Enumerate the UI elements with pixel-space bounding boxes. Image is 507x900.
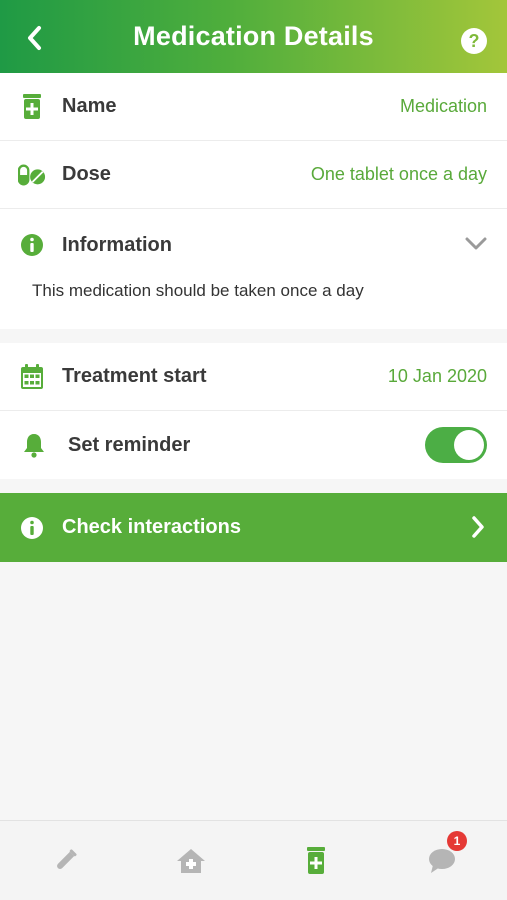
name-label: Name	[62, 95, 117, 117]
help-circle-icon: ?	[468, 30, 480, 51]
schedule-card: Treatment start 10 Jan 2020 Set reminder	[0, 343, 507, 479]
app-header: Medication Details ?	[0, 0, 507, 73]
info-icon	[18, 231, 46, 259]
chevron-down-icon[interactable]	[465, 237, 487, 251]
reminder-toggle[interactable]	[425, 427, 487, 463]
toggle-knob	[454, 430, 484, 460]
reminder-label: Set reminder	[68, 433, 191, 456]
medication-details-card: Name Medication Dose One tablet once a d…	[0, 73, 507, 329]
dose-row: Dose One tablet once a day	[0, 141, 507, 209]
medication-icon	[307, 847, 325, 874]
name-row: Name Medication	[0, 73, 507, 141]
chat-bubble-icon	[429, 849, 455, 873]
calendar-icon	[18, 363, 46, 391]
reminder-row: Set reminder	[0, 411, 507, 479]
treatment-start-row[interactable]: Treatment start 10 Jan 2020	[0, 343, 507, 411]
check-interactions-button[interactable]: Check interactions	[0, 493, 507, 562]
treatment-start-value[interactable]: 10 Jan 2020	[388, 366, 487, 387]
back-button[interactable]	[18, 22, 50, 54]
name-value[interactable]: Medication	[400, 96, 487, 117]
tab-tests[interactable]	[45, 841, 85, 881]
information-text: This medication should be taken once a d…	[32, 281, 364, 300]
tab-medication[interactable]	[296, 841, 336, 881]
home-health-icon	[177, 849, 205, 873]
pills-icon	[18, 161, 46, 189]
messages-badge: 1	[447, 831, 467, 851]
tab-home[interactable]	[171, 841, 211, 881]
chevron-left-icon	[28, 26, 41, 50]
bell-icon	[20, 431, 48, 459]
information-label: Information	[62, 233, 172, 256]
info-icon	[18, 514, 46, 542]
check-interactions-label: Check interactions	[62, 516, 241, 538]
test-tube-icon	[57, 849, 77, 869]
dose-label: Dose	[62, 163, 111, 185]
page-title: Medication Details	[133, 21, 374, 51]
chevron-right-icon	[472, 516, 484, 538]
help-button[interactable]: ?	[461, 28, 487, 54]
medication-icon	[18, 93, 46, 121]
information-row[interactable]: Information	[0, 211, 507, 279]
treatment-start-label: Treatment start	[62, 365, 207, 387]
bottom-tab-bar	[0, 820, 507, 900]
dose-value[interactable]: One tablet once a day	[311, 164, 487, 185]
